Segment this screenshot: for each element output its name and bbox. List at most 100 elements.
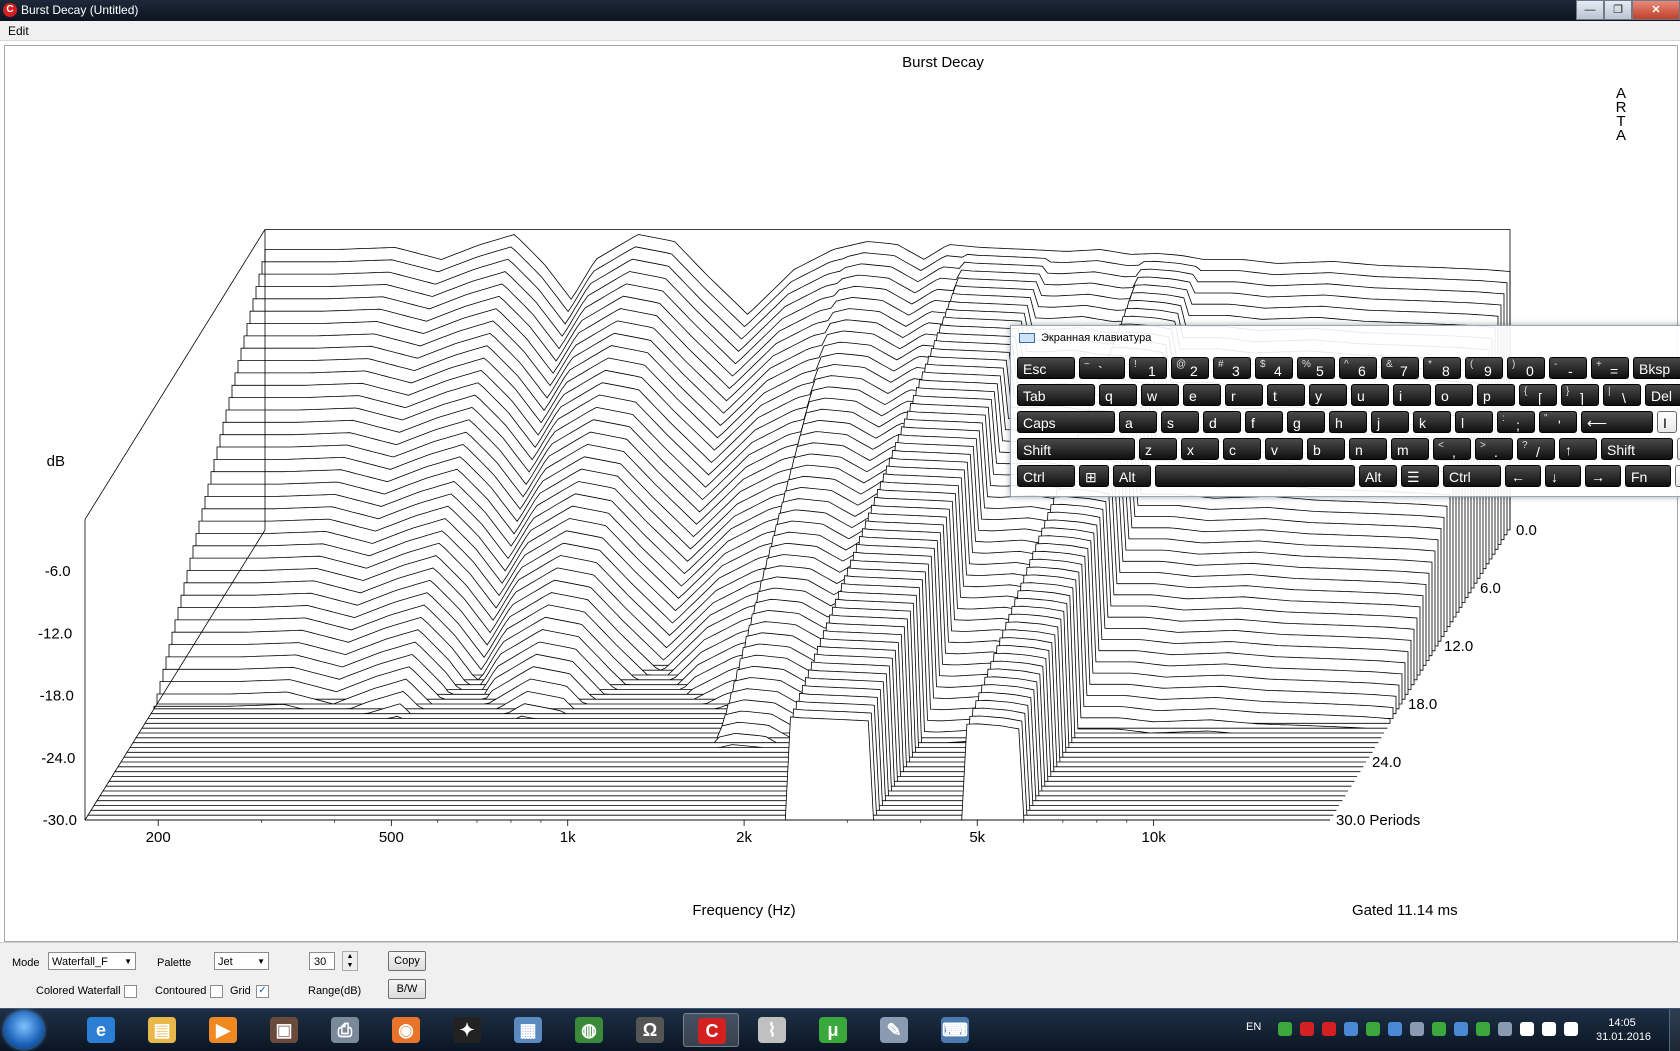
osk-key[interactable]: O: [1675, 465, 1680, 487]
tray-icon[interactable]: [1366, 1022, 1380, 1036]
osk-key[interactable]: z: [1139, 438, 1177, 460]
osk-key[interactable]: d: [1203, 411, 1241, 433]
osk-key[interactable]: h: [1329, 411, 1367, 433]
osk-key[interactable]: o: [1435, 384, 1473, 406]
osk-key[interactable]: ⟵: [1581, 411, 1653, 433]
tray-icon[interactable]: [1410, 1022, 1424, 1036]
osk-key[interactable]: {[: [1519, 384, 1557, 406]
tray-icon[interactable]: [1564, 1022, 1578, 1036]
osk-key[interactable]: >.: [1475, 438, 1513, 460]
osk-key[interactable]: ^ 6: [1339, 357, 1377, 379]
range-input[interactable]: 30: [309, 952, 335, 970]
palette-select[interactable]: Jet ▼: [214, 952, 269, 970]
osk-key[interactable]: c: [1223, 438, 1261, 460]
osk-key[interactable]: Tab: [1017, 384, 1095, 406]
osk-key[interactable]: --: [1549, 357, 1587, 379]
spectrum-app-taskbar-button[interactable]: ◍: [561, 1013, 617, 1047]
calculator-taskbar-button[interactable]: ▦: [500, 1013, 556, 1047]
clock[interactable]: 14:05 31.01.2016: [1596, 1016, 1651, 1044]
tray-icon[interactable]: [1520, 1022, 1534, 1036]
osk-key[interactable]: Del: [1645, 384, 1680, 406]
tray-icon[interactable]: [1454, 1022, 1468, 1036]
osk-key[interactable]: ! 1: [1129, 357, 1167, 379]
osk-key[interactable]: * 8: [1423, 357, 1461, 379]
osk-key[interactable]: m: [1391, 438, 1429, 460]
minimize-button[interactable]: —: [1576, 0, 1604, 20]
osk-key[interactable]: Shift: [1017, 438, 1135, 460]
osk-key[interactable]: Caps: [1017, 411, 1115, 433]
osk-key[interactable]: e: [1183, 384, 1221, 406]
osk-key[interactable]: b: [1307, 438, 1345, 460]
media-player-taskbar-button[interactable]: ▶: [195, 1013, 251, 1047]
osk-key[interactable]: ⊞: [1079, 465, 1109, 487]
tray-icon[interactable]: [1278, 1022, 1292, 1036]
osk-key[interactable]: f: [1245, 411, 1283, 433]
osk-key[interactable]: r: [1225, 384, 1263, 406]
tray-icon[interactable]: [1476, 1022, 1490, 1036]
osk-key[interactable]: (9: [1465, 357, 1503, 379]
grid-checkbox[interactable]: ✓: [256, 985, 269, 998]
osk-key[interactable]: u: [1351, 384, 1389, 406]
copy-button[interactable]: Copy: [388, 951, 426, 971]
osk-key[interactable]: Fn: [1625, 465, 1671, 487]
range-spinner[interactable]: ▲ ▼: [342, 951, 358, 971]
arta-app-taskbar-button[interactable]: C: [683, 1013, 739, 1047]
colored-waterfall-checkbox[interactable]: [124, 985, 137, 998]
osk-key[interactable]: " ': [1539, 411, 1577, 433]
tray-icon[interactable]: [1388, 1022, 1402, 1036]
osk-key[interactable]: l: [1455, 411, 1493, 433]
tray-icon[interactable]: [1498, 1022, 1512, 1036]
language-indicator[interactable]: EN: [1246, 1021, 1261, 1033]
osk-key[interactable]: i: [1393, 384, 1431, 406]
osk-key[interactable]: j: [1371, 411, 1409, 433]
scanner-app-taskbar-button[interactable]: ⎙: [317, 1013, 373, 1047]
utorrent-taskbar-button[interactable]: μ: [805, 1013, 861, 1047]
osk-key[interactable]: Bksp: [1633, 357, 1680, 379]
osk-key[interactable]: q: [1099, 384, 1137, 406]
osk-key[interactable]: Esc: [1017, 357, 1075, 379]
osk-key[interactable]: <,: [1433, 438, 1471, 460]
osk-key[interactable]: Alt: [1359, 465, 1397, 487]
start-button[interactable]: [4, 1011, 44, 1049]
osk-key[interactable]: ☰: [1401, 465, 1439, 487]
osk-key[interactable]: }]: [1561, 384, 1599, 406]
osk-key[interactable]: x: [1181, 438, 1219, 460]
osk-key[interactable]: n: [1349, 438, 1387, 460]
menu-edit[interactable]: Edit: [8, 24, 29, 38]
osk-key[interactable]: | \: [1603, 384, 1641, 406]
file-explorer-taskbar-button[interactable]: ▤: [134, 1013, 190, 1047]
contoured-checkbox[interactable]: [210, 985, 223, 998]
osk-key[interactable]: Alt: [1113, 465, 1151, 487]
osk-key[interactable]: :;: [1497, 411, 1535, 433]
osk-key[interactable]: [1155, 465, 1355, 487]
keyboard-app-taskbar-button[interactable]: ⌨: [927, 1013, 983, 1047]
osk-key[interactable]: ~ `: [1079, 357, 1125, 379]
osk-key[interactable]: p: [1477, 384, 1515, 406]
osk-key[interactable]: s: [1161, 411, 1199, 433]
tray-icon[interactable]: [1432, 1022, 1446, 1036]
osk-key[interactable]: % 5: [1297, 357, 1335, 379]
paint-app-taskbar-button[interactable]: ✎: [866, 1013, 922, 1047]
osk-key[interactable]: y: [1309, 384, 1347, 406]
photo-app-taskbar-button[interactable]: ▣: [256, 1013, 312, 1047]
fox-app-taskbar-button[interactable]: ✦: [439, 1013, 495, 1047]
mode-select[interactable]: Waterfall_F ▼: [48, 952, 136, 970]
plot-app-taskbar-button[interactable]: ⌇: [744, 1013, 800, 1047]
osk-key[interactable]: a: [1119, 411, 1157, 433]
internet-explorer-taskbar-button[interactable]: e: [73, 1013, 129, 1047]
osk-key[interactable]: $4: [1255, 357, 1293, 379]
tray-icon[interactable]: [1542, 1022, 1556, 1036]
show-desktop-button[interactable]: [1669, 1009, 1680, 1051]
osk-key[interactable]: ↑: [1559, 438, 1597, 460]
osk-key[interactable]: Ctrl: [1017, 465, 1075, 487]
osk-key[interactable]: w: [1141, 384, 1179, 406]
bw-button[interactable]: B/W: [388, 979, 426, 999]
osk-key[interactable]: v: [1265, 438, 1303, 460]
eye-app-taskbar-button[interactable]: ◉: [378, 1013, 434, 1047]
tray-icon[interactable]: [1300, 1022, 1314, 1036]
maximize-button[interactable]: ❐: [1604, 0, 1632, 20]
osk-key[interactable]: g: [1287, 411, 1325, 433]
osk-key[interactable]: ) 0: [1507, 357, 1545, 379]
close-button[interactable]: ✕: [1632, 0, 1680, 20]
tray-icon[interactable]: [1344, 1022, 1358, 1036]
